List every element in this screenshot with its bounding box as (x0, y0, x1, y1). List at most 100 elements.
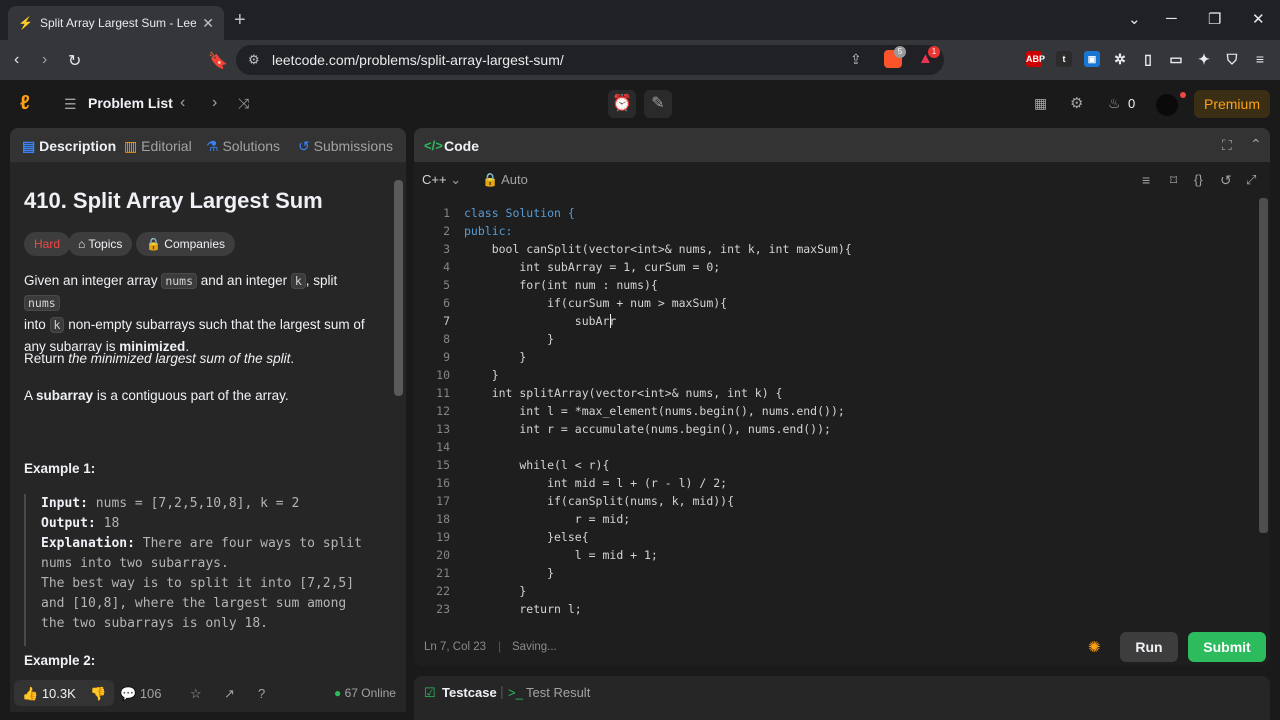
browser-menu-icon[interactable]: ≡ (1252, 51, 1268, 67)
editor-scrollbar[interactable] (1258, 198, 1268, 622)
reload-icon[interactable]: ↻ (68, 51, 81, 71)
url-text[interactable]: leetcode.com/problems/split-array-larges… (272, 52, 564, 68)
premium-button[interactable]: Premium (1194, 90, 1270, 118)
code-line-current[interactable]: subArr (464, 314, 617, 328)
extensions-puzzle-icon[interactable]: ✲ (1112, 51, 1128, 67)
submissions-icon: ↺ (298, 138, 310, 154)
terminal-icon: >_ (508, 685, 523, 700)
like-button[interactable]: 👍 10.3K (22, 686, 76, 702)
prev-problem-icon[interactable]: ‹ (180, 94, 185, 112)
code-line[interactable]: public: (464, 224, 512, 238)
code-line[interactable]: int subArray = 1, curSum = 0; (464, 260, 720, 274)
problem-statement: Given an integer array nums and an integ… (24, 273, 365, 354)
address-bar[interactable]: ⚙ leetcode.com/problems/split-array-larg… (236, 45, 944, 75)
adblock-icon[interactable]: ABP (1026, 51, 1045, 67)
tab-testcase[interactable]: Testcase (442, 685, 497, 700)
format-icon[interactable]: ≡ (1142, 172, 1150, 188)
code-line[interactable]: r = mid; (464, 512, 630, 526)
streak-count: 0 (1128, 96, 1136, 111)
comments-button[interactable]: 💬 106 (120, 686, 162, 702)
extension-blue-icon[interactable]: ▣ (1084, 51, 1100, 67)
tab-description[interactable]: ▤ Description (22, 138, 116, 155)
debug-icon[interactable]: ✺ (1088, 638, 1101, 656)
wallet-icon[interactable]: ▭ (1168, 51, 1184, 67)
forward-icon[interactable]: › (42, 51, 47, 69)
left-scrollbar-thumb[interactable] (394, 180, 403, 396)
code-line[interactable]: int r = accumulate(nums.begin(), nums.en… (464, 422, 831, 436)
leetcode-header (0, 80, 1280, 128)
code-line[interactable]: } (464, 350, 526, 364)
code-line[interactable]: int splitArray(vector<int>& nums, int k)… (464, 386, 783, 400)
collapse-icon[interactable]: ⌃ (1250, 136, 1262, 153)
left-scrollbar[interactable] (392, 164, 404, 668)
sidebar-icon[interactable]: ▯ (1140, 51, 1156, 67)
tab-submissions[interactable]: ↺ Submissions (298, 138, 393, 155)
code-line[interactable]: } (464, 332, 554, 346)
avatar[interactable] (1156, 94, 1178, 116)
tab-editorial[interactable]: ▥ Editorial (124, 138, 192, 155)
back-icon[interactable]: ‹ (14, 51, 19, 69)
expand-icon[interactable]: ⤢ (1246, 172, 1256, 188)
braces-icon[interactable]: {} (1194, 172, 1203, 187)
tab-test-result[interactable]: Test Result (526, 685, 590, 700)
code-line[interactable]: for(int num : nums){ (464, 278, 658, 292)
help-icon[interactable]: ? (258, 686, 265, 701)
reset-icon[interactable]: ↺ (1220, 172, 1232, 189)
streak-fire-icon[interactable]: ♨ (1108, 95, 1121, 112)
code-line[interactable]: bool canSplit(vector<int>& nums, int k, … (464, 242, 852, 256)
browser-tab-bar: ⚡ Split Array Largest Sum - LeetC ✕ + ⌄ … (0, 0, 1280, 40)
tab-close-icon[interactable]: ✕ (202, 15, 214, 32)
run-button[interactable]: Run (1120, 632, 1178, 662)
code-line[interactable]: } (464, 584, 526, 598)
next-problem-icon[interactable]: › (212, 94, 217, 112)
submit-button[interactable]: Submit (1188, 632, 1266, 662)
browser-tab[interactable]: ⚡ Split Array Largest Sum - LeetC ✕ (8, 6, 224, 40)
shuffle-icon[interactable]: ⤨ (238, 95, 249, 112)
layout-icon[interactable]: ▦ (1034, 95, 1047, 112)
favorite-star-icon[interactable]: ☆ (190, 686, 202, 702)
share-link-icon[interactable]: ↗ (224, 686, 235, 702)
leetcode-logo-icon[interactable]: ℓ (20, 92, 30, 115)
code-line[interactable]: }else{ (464, 530, 589, 544)
code-line[interactable]: return l; (464, 602, 581, 616)
left-footer: 👍 10.3K 👎 💬 106 ☆ ↗ ? ● 67 Online (10, 672, 406, 712)
tab-search-icon[interactable]: ⌄ (1128, 10, 1141, 28)
timer-button[interactable]: ⏰ (608, 90, 636, 118)
code-line[interactable]: if(curSum + num > maxSum){ (464, 296, 727, 310)
language-select[interactable]: C++ ⌄ (422, 172, 461, 188)
minimize-button[interactable]: ─ (1166, 10, 1177, 27)
topics-button[interactable]: ⌂ Topics (68, 232, 133, 256)
lock-icon: 🔒 (146, 237, 161, 251)
editor-scrollbar-thumb[interactable] (1259, 198, 1268, 533)
bookmark-code-icon[interactable]: ⌑ (1170, 172, 1177, 189)
code-line[interactable]: } (464, 566, 554, 580)
site-info-icon[interactable]: ⚙ (248, 52, 260, 68)
code-line[interactable]: class Solution { (464, 206, 575, 220)
companies-button[interactable]: 🔒 Companies (136, 232, 235, 256)
auto-mode[interactable]: 🔒 Auto (482, 172, 528, 188)
problem-title[interactable]: 410. Split Array Largest Sum (24, 188, 323, 214)
vpn-shield-icon[interactable]: ⛉ (1224, 51, 1240, 67)
code-line[interactable]: if(canSplit(nums, k, mid)){ (464, 494, 734, 508)
code-line[interactable]: } (464, 368, 499, 382)
leo-icon[interactable]: ✦ (1196, 51, 1212, 67)
code-line[interactable]: while(l < r){ (464, 458, 609, 472)
new-tab-button[interactable]: + (234, 9, 246, 32)
close-window-button[interactable]: ✕ (1252, 10, 1265, 28)
code-line[interactable]: int l = *max_element(nums.begin(), nums.… (464, 404, 844, 418)
notes-button[interactable]: ✎ (644, 90, 672, 118)
fullscreen-icon[interactable]: ⛶ (1222, 137, 1232, 154)
extension-t-icon[interactable]: t (1056, 51, 1072, 67)
bookmark-icon[interactable]: 🔖 (208, 51, 228, 71)
tab-solutions[interactable]: ⚗ Solutions (206, 138, 280, 155)
share-icon[interactable]: ⇪ (850, 51, 862, 68)
code-line[interactable]: int mid = l + (r - l) / 2; (464, 476, 727, 490)
code-line[interactable]: l = mid + 1; (464, 548, 658, 562)
restore-button[interactable]: ❐ (1208, 10, 1221, 28)
code-editor[interactable]: 1 2 3 4 5 6 7 8 9 10 11 12 13 14 15 16 1… (414, 202, 1270, 622)
chevron-down-icon: ⌄ (450, 172, 462, 187)
problem-list-link[interactable]: Problem List (88, 95, 173, 111)
text-cursor (610, 314, 611, 328)
dislike-icon[interactable]: 👎 (90, 686, 106, 702)
settings-icon[interactable]: ⚙ (1070, 94, 1083, 112)
